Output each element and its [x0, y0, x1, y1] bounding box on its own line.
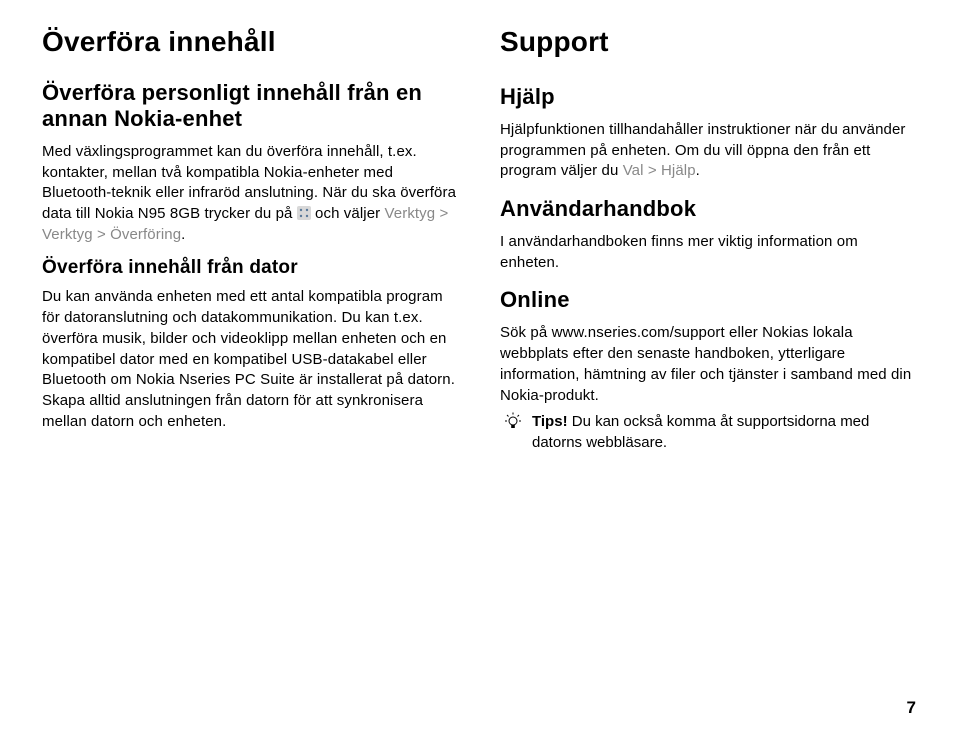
paragraph-transfer-computer: Du kan använda enheten med ett antal kom…: [42, 287, 462, 432]
paragraph-help: Hjälpfunktionen tillhandahåller instrukt…: [500, 120, 920, 182]
tip-label: Tips!: [532, 413, 568, 430]
text-help-pre: Hjälpfunktionen tillhandahåller instrukt…: [500, 121, 906, 179]
heading-transfer-from-device: Överföra personligt innehåll från en ann…: [42, 80, 462, 132]
page-number: 7: [907, 698, 916, 718]
tip-text: Tips! Du kan också komma åt supportsidor…: [532, 412, 920, 453]
lightbulb-icon: [504, 412, 522, 430]
heading-online: Online: [500, 287, 920, 313]
text-end: .: [181, 226, 185, 243]
heading-user-guide: Användarhandbok: [500, 196, 920, 222]
heading-support: Support: [500, 26, 920, 58]
heading-transfer-from-computer: Överföra innehåll från dator: [42, 257, 462, 279]
tip-row: Tips! Du kan också komma åt supportsidor…: [500, 412, 920, 453]
menu-icon: [297, 206, 311, 220]
paragraph-online: Sök på www.nseries.com/support eller Nok…: [500, 323, 920, 406]
paragraph-user-guide: I användarhandboken finns mer viktig inf…: [500, 232, 920, 273]
text-post-pre: och väljer: [315, 205, 384, 222]
paragraph-transfer-device: Med växlingsprogrammet kan du överföra i…: [42, 142, 462, 245]
heading-transfer: Överföra innehåll: [42, 26, 462, 58]
menu-path-help: Val > Hjälp: [623, 162, 696, 179]
tip-body-text: Du kan också komma åt supportsidorna med…: [532, 413, 869, 451]
text-help-end: .: [696, 162, 700, 179]
heading-help: Hjälp: [500, 84, 920, 110]
